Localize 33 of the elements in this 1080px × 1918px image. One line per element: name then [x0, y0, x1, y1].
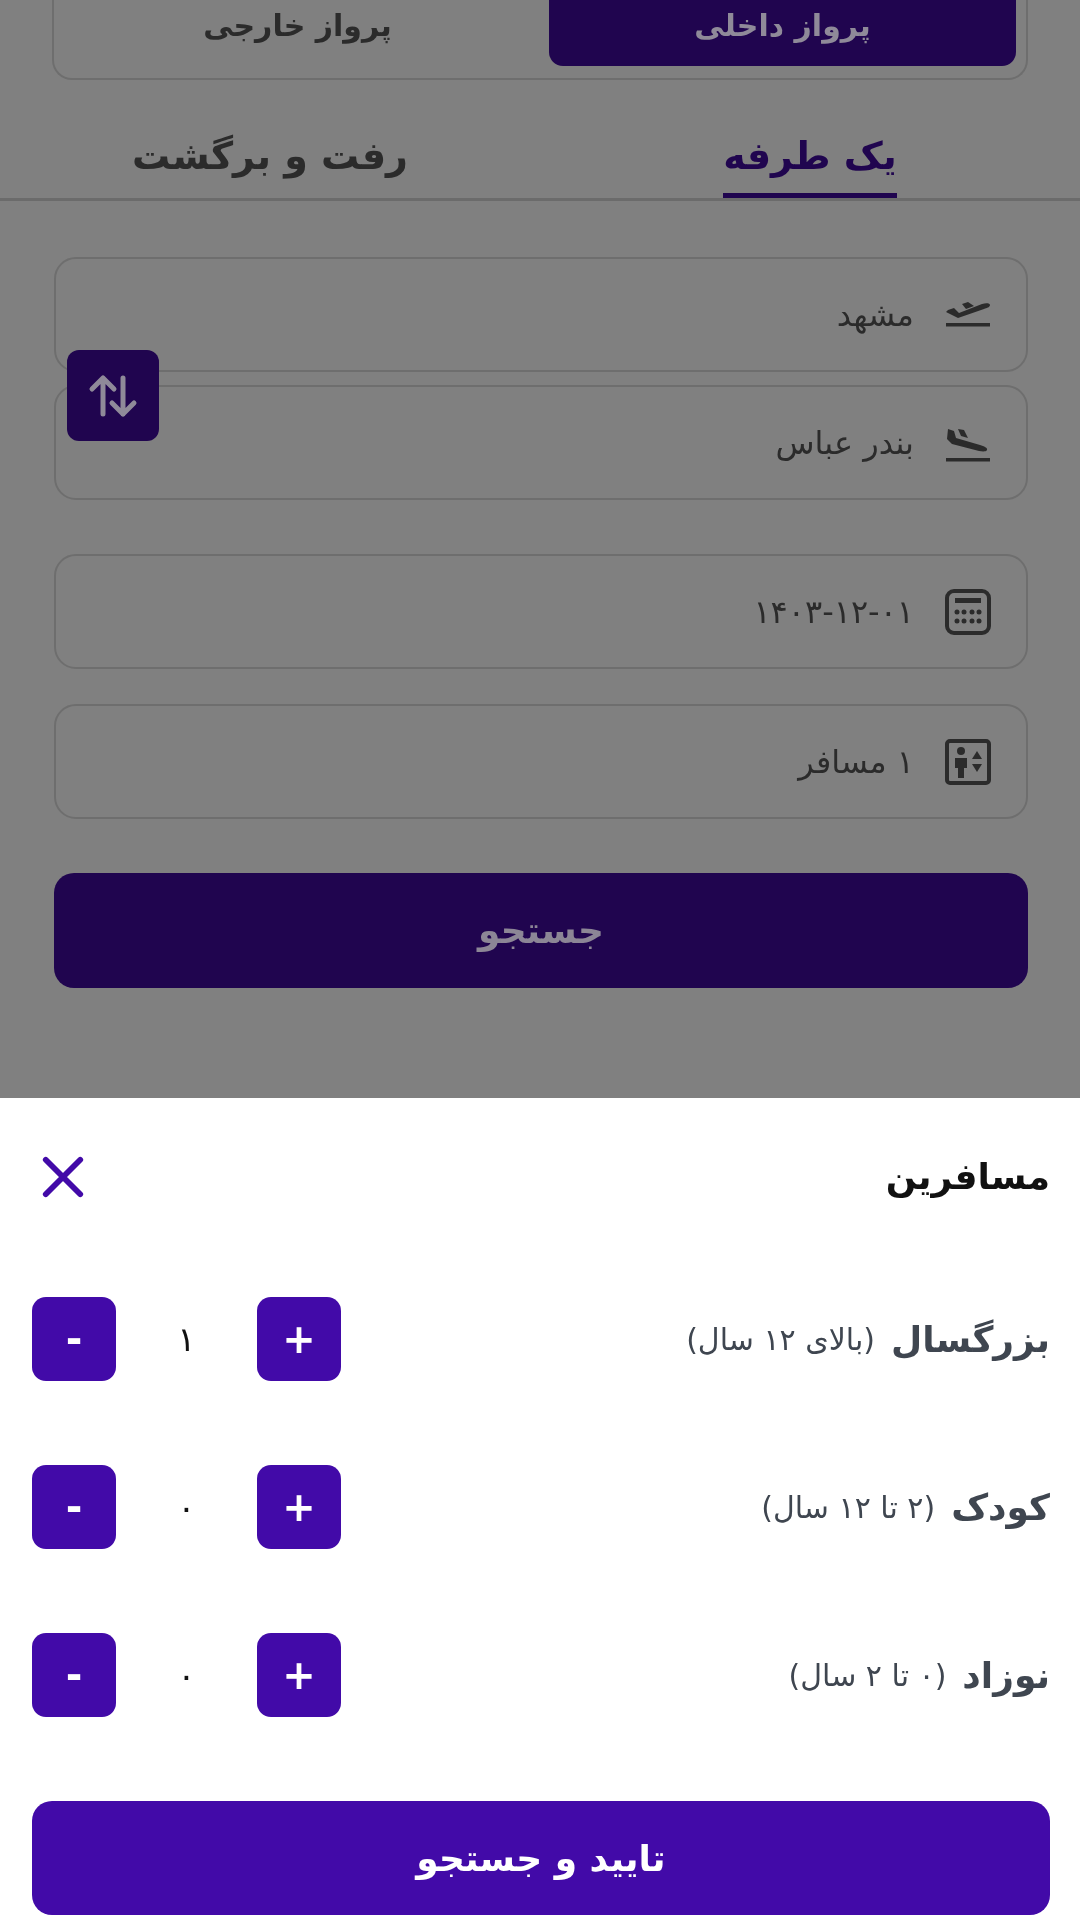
swap-button[interactable] [67, 350, 159, 441]
destination-text: بندر عباس [775, 423, 914, 462]
origin-text: مشهد [836, 295, 914, 334]
age-range-text: (۲ تا ۱۲ سال) [761, 1489, 936, 1525]
increment-button[interactable]: + [257, 1633, 341, 1717]
sheet-title: مسافرین [885, 1156, 1050, 1197]
passengers-field[interactable]: ۱ مسافر [54, 704, 1028, 819]
passengers-text: ۱ مسافر [798, 742, 914, 781]
calculator-icon [944, 587, 992, 636]
passenger-type-label: کودک [951, 1486, 1050, 1528]
person-arrows-icon [944, 737, 992, 786]
confirm-search-button[interactable]: تایید و جستجو [32, 1801, 1050, 1915]
destination-field[interactable]: بندر عباس [54, 385, 1028, 500]
decrement-button[interactable]: - [32, 1633, 116, 1717]
increment-button[interactable]: + [257, 1465, 341, 1549]
trip-type-tab[interactable]: رفت و برگشت [132, 128, 408, 198]
takeoff-icon [944, 301, 992, 328]
date-text: ۱۴۰۳-۱۲-۰۱ [753, 592, 914, 631]
scope-tab[interactable]: پرواز خارجی [64, 0, 531, 66]
passenger-type-label: بزرگسال [891, 1318, 1050, 1360]
date-field[interactable]: ۱۴۰۳-۱۲-۰۱ [54, 554, 1028, 669]
scope-tab[interactable]: پرواز داخلی [549, 0, 1016, 66]
search-button[interactable]: جستجو [54, 873, 1028, 988]
count-value: ۱ [176, 1319, 197, 1359]
age-range-text: (۰ تا ۲ سال) [788, 1657, 947, 1693]
origin-field[interactable]: مشهد [54, 257, 1028, 372]
increment-button[interactable]: + [257, 1297, 341, 1381]
count-value: ۰ [176, 1487, 197, 1527]
decrement-button[interactable]: - [32, 1297, 116, 1381]
age-range-text: (بالای ۱۲ سال) [686, 1321, 876, 1357]
count-value: ۰ [176, 1655, 197, 1695]
passenger-type-label: نوزاد [962, 1654, 1050, 1696]
decrement-button[interactable]: - [32, 1465, 116, 1549]
